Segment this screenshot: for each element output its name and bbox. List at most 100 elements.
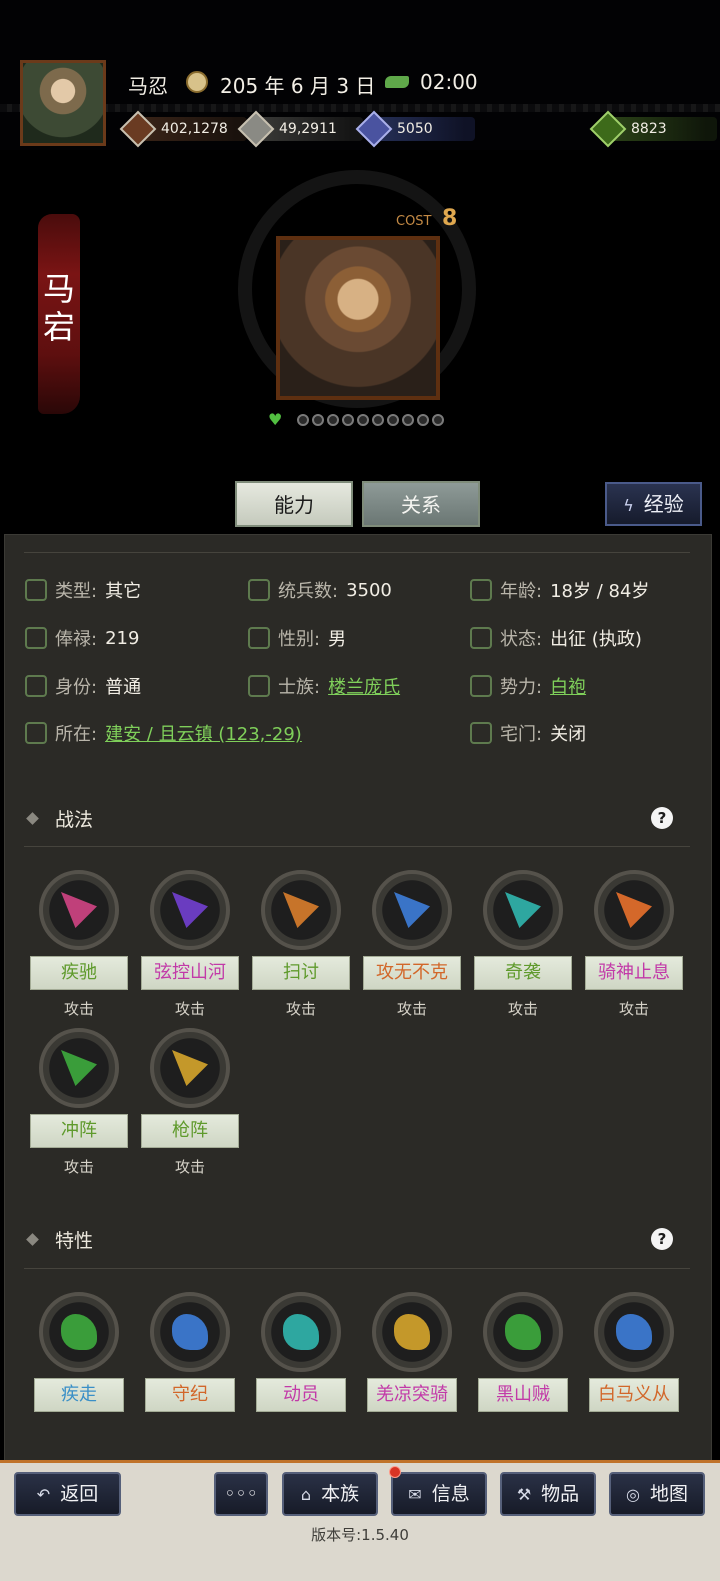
clan-link[interactable]: 楼兰庞氏 [328, 673, 400, 699]
tab-relation[interactable]: 关系 [362, 481, 480, 527]
tactic-icon [261, 870, 341, 950]
tactic-card[interactable]: 枪阵 攻击 [140, 1028, 240, 1177]
divider [24, 1268, 690, 1269]
trait-icon [39, 1292, 119, 1372]
divider [24, 846, 690, 847]
attr-identity: 身份: 普通 [25, 672, 141, 700]
resource-coin: 402,1278 [119, 110, 247, 148]
more-button[interactable]: ◦◦◦ [214, 1472, 268, 1516]
back-button[interactable]: ↶ 返回 [14, 1472, 121, 1516]
trait-card[interactable]: 守纪 [140, 1292, 240, 1412]
gate-icon [470, 722, 492, 744]
tactic-icon [594, 870, 674, 950]
diamond-icon [26, 811, 39, 825]
tactic-card[interactable]: 奇袭 攻击 [473, 870, 573, 1019]
trait-icon [483, 1292, 563, 1372]
tactic-name: 攻无不克 [363, 956, 461, 990]
traits-heading: 特性 [26, 1224, 93, 1254]
loyalty-dot [327, 414, 339, 426]
attr-salary: 俸禄: 219 [25, 624, 139, 652]
player-avatar[interactable] [20, 60, 106, 146]
status-icon [470, 627, 492, 649]
tactics-help-button[interactable]: ? [651, 807, 673, 829]
attr-type: 类型: 其它 [25, 576, 141, 604]
tactic-name: 奇袭 [474, 956, 572, 990]
hero-portrait[interactable] [276, 236, 440, 400]
tactic-name: 枪阵 [141, 1114, 239, 1148]
attr-gender: 性别: 男 [248, 624, 346, 652]
tactic-card[interactable]: 弦控山河 攻击 [140, 870, 240, 1019]
soldier-icon [248, 579, 270, 601]
trait-name: 守纪 [145, 1378, 235, 1412]
faction-icon [470, 675, 492, 697]
clan-icon [248, 675, 270, 697]
tactic-card[interactable]: 骑神止息 攻击 [584, 870, 684, 1019]
tactic-icon [39, 1028, 119, 1108]
tactic-type: 攻击 [63, 1158, 94, 1176]
tactic-name: 骑神止息 [585, 956, 683, 990]
tactic-icon [372, 870, 452, 950]
version-label: 版本号:1.5.40 [311, 1526, 409, 1544]
trait-icon [150, 1292, 230, 1372]
tactic-card[interactable]: 冲阵 攻击 [29, 1028, 129, 1177]
globe-icon: ◎ [626, 1485, 640, 1504]
tactic-card[interactable]: 扫讨 攻击 [251, 870, 351, 1019]
items-button[interactable]: ⚒ 物品 [500, 1472, 596, 1516]
location-icon [25, 722, 47, 744]
trait-card[interactable]: 白马义从 [584, 1292, 684, 1412]
tactic-type: 攻击 [618, 1000, 649, 1018]
attr-location: 所在: 建安 / 且云镇 (123,-29) [25, 719, 302, 747]
identity-icon [25, 675, 47, 697]
trait-icon [372, 1292, 452, 1372]
tactic-card[interactable]: 攻无不克 攻击 [362, 870, 462, 1019]
loyalty-dot [312, 414, 324, 426]
loyalty-dot [357, 414, 369, 426]
tactics-heading: 战法 [26, 803, 93, 833]
location-link[interactable]: 建安 / 且云镇 (123,-29) [105, 720, 302, 746]
tab-ability[interactable]: 能力 [235, 481, 353, 527]
tactic-icon [150, 1028, 230, 1108]
tactic-name: 扫讨 [252, 956, 350, 990]
loyalty-dot [372, 414, 384, 426]
back-arrow-icon: ↶ [36, 1485, 51, 1504]
bag-icon: ⚒ [516, 1485, 532, 1504]
tactic-name: 疾驰 [30, 956, 128, 990]
info-button[interactable]: ✉ 信息 [391, 1472, 487, 1516]
loyalty-dot [342, 414, 354, 426]
type-icon [25, 579, 47, 601]
faction-link[interactable]: 白袍 [550, 673, 586, 699]
tactic-type: 攻击 [285, 1000, 316, 1018]
attr-troops: 统兵数: 3500 [248, 576, 392, 604]
tactic-type: 攻击 [396, 1000, 427, 1018]
tactic-icon [39, 870, 119, 950]
trait-card[interactable]: 动员 [251, 1292, 351, 1412]
resource-money-bag[interactable]: 8823 [589, 110, 717, 148]
hero-name-banner: 马 宕 [38, 214, 80, 414]
clan-button[interactable]: ⌂ 本族 [282, 1472, 378, 1516]
gender-icon [248, 627, 270, 649]
game-time: 02:00 [420, 70, 478, 94]
chat-icon: ✉ [408, 1485, 422, 1504]
trait-icon [261, 1292, 341, 1372]
player-name: 马忍 [128, 74, 168, 98]
header-divider [0, 104, 720, 112]
trait-card[interactable]: 黑山贼 [473, 1292, 573, 1412]
map-button[interactable]: ◎ 地图 [609, 1472, 705, 1516]
trait-card[interactable]: 羌凉突骑 [362, 1292, 462, 1412]
traits-help-button[interactable]: ? [651, 1228, 673, 1250]
attr-clan: 士族: 楼兰庞氏 [248, 672, 400, 700]
notification-dot [389, 1466, 401, 1478]
tactic-card[interactable]: 疾驰 攻击 [29, 870, 129, 1019]
salary-icon [25, 627, 47, 649]
trait-name: 动员 [256, 1378, 346, 1412]
tactic-icon [483, 870, 563, 950]
cost-label: COST [396, 214, 432, 229]
experience-button[interactable]: ϟ 经验 [605, 482, 702, 526]
calendar-icon [186, 71, 208, 93]
lightning-icon: ϟ [623, 496, 634, 515]
cost-value: 8 [442, 206, 458, 231]
loyalty-dot [402, 414, 414, 426]
loyalty-dots [297, 414, 444, 426]
age-icon [470, 579, 492, 601]
trait-card[interactable]: 疾走 [29, 1292, 129, 1412]
